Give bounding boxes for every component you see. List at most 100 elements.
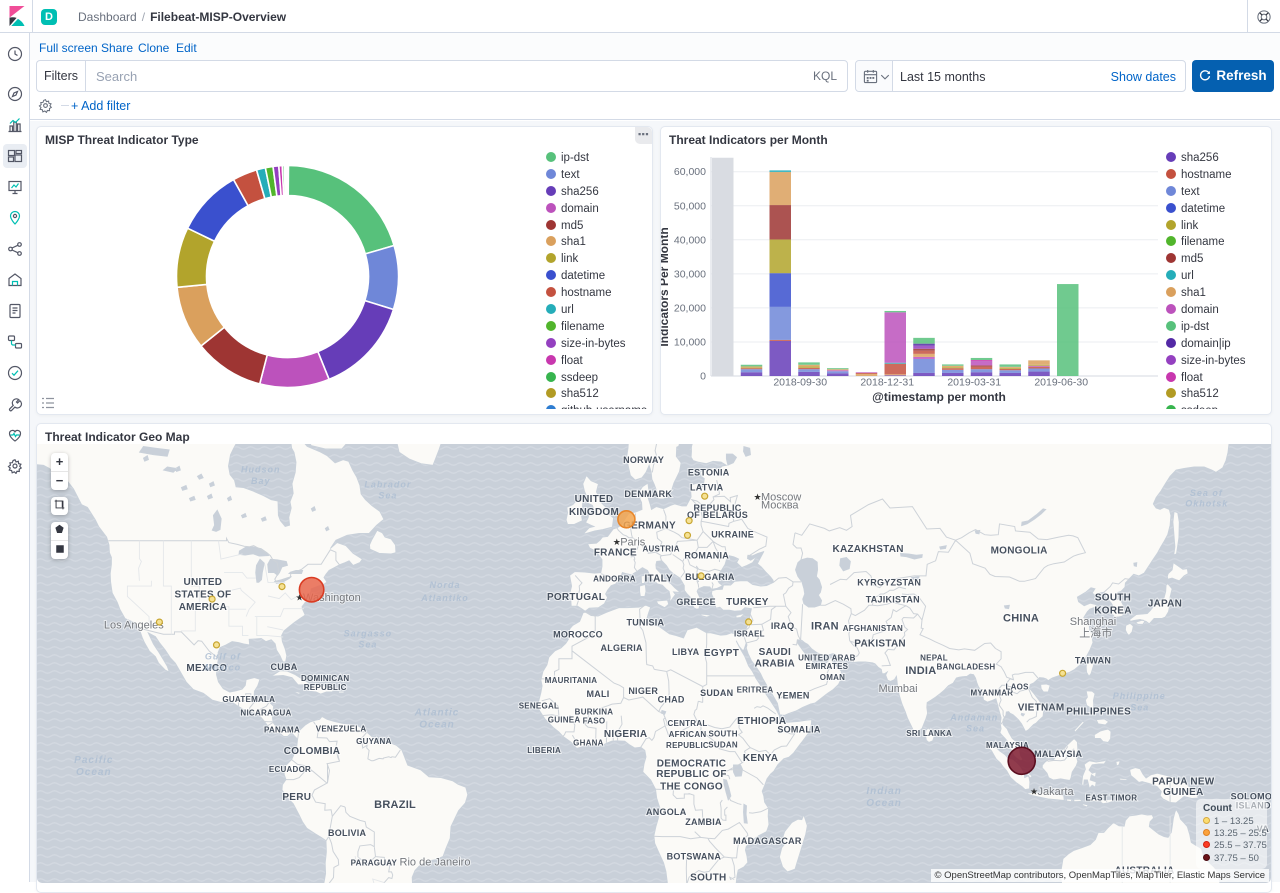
svg-text:TAJIKISTAN: TAJIKISTAN (866, 595, 920, 605)
svg-text:AFRICAN: AFRICAN (669, 730, 707, 739)
svg-text:MOROCCO: MOROCCO (553, 630, 603, 640)
svg-text:GUINEA: GUINEA (548, 716, 581, 725)
svg-text:PERU: PERU (282, 792, 311, 803)
svg-text:Mumbai: Mumbai (878, 683, 917, 695)
svg-text:OMAN: OMAN (820, 673, 845, 682)
svg-text:Sea: Sea (358, 640, 377, 650)
svg-text:BOLIVIA: BOLIVIA (328, 828, 367, 838)
svg-text:GREECE: GREECE (676, 597, 716, 607)
svg-text:KAZAKHSTAN: KAZAKHSTAN (832, 544, 903, 555)
svg-text:EGYPT: EGYPT (704, 648, 739, 659)
svg-text:LIBERIA: LIBERIA (527, 746, 561, 755)
svg-text:JAPAN: JAPAN (1148, 599, 1182, 610)
svg-text:Gulf of: Gulf of (205, 652, 241, 662)
svg-text:Sea: Sea (966, 724, 985, 734)
svg-text:Sargasso: Sargasso (344, 629, 393, 639)
svg-text:20,000: 20,000 (674, 302, 706, 314)
svg-text:YEMEN: YEMEN (776, 690, 809, 700)
svg-text:60,000: 60,000 (674, 166, 706, 178)
svg-text:Philippine: Philippine (1113, 691, 1166, 701)
svg-text:THE CONGO: THE CONGO (660, 782, 723, 793)
svg-text:Labrador: Labrador (364, 480, 411, 490)
svg-text:2018-09-30: 2018-09-30 (773, 377, 827, 389)
svg-text:Atlantiko: Atlantiko (420, 593, 469, 603)
svg-text:REPUBLIC: REPUBLIC (666, 741, 709, 750)
svg-text:2018-12-31: 2018-12-31 (860, 377, 914, 389)
svg-text:REPUBLIC OF: REPUBLIC OF (656, 769, 727, 780)
svg-text:Los Angeles: Los Angeles (104, 619, 164, 631)
svg-text:MAURITANIA: MAURITANIA (545, 676, 598, 685)
svg-text:Paris: Paris (620, 537, 646, 549)
svg-text:50,000: 50,000 (674, 200, 706, 212)
svg-text:Mexico: Mexico (205, 663, 242, 673)
svg-text:ZAMBIA: ZAMBIA (685, 817, 722, 827)
svg-text:NICARAGUA: NICARAGUA (240, 708, 291, 717)
svg-text:EMIRATES: EMIRATES (806, 662, 849, 671)
svg-text:NORWAY: NORWAY (623, 455, 664, 465)
svg-text:30,000: 30,000 (674, 268, 706, 280)
svg-text:AMERICA: AMERICA (179, 602, 227, 613)
svg-text:DEMOCRATIC: DEMOCRATIC (657, 759, 727, 770)
svg-text:Sea: Sea (378, 490, 397, 500)
svg-text:Atlantic: Atlantic (414, 707, 460, 718)
svg-text:UKRAINE: UKRAINE (711, 530, 754, 540)
svg-text:NIGERIA: NIGERIA (604, 729, 647, 740)
svg-text:VENEZUELA: VENEZUELA (316, 725, 367, 734)
svg-text:Ocean: Ocean (76, 767, 112, 778)
svg-text:Sea: Sea (1130, 702, 1149, 712)
svg-text:NIGER: NIGER (628, 686, 658, 696)
svg-text:IRAQ: IRAQ (771, 621, 795, 631)
svg-text:BULGARIA: BULGARIA (685, 572, 735, 582)
svg-text:Sea of: Sea of (1190, 488, 1223, 498)
svg-text:ROMANIA: ROMANIA (684, 551, 729, 561)
svg-text:BANGLADESH: BANGLADESH (937, 662, 996, 671)
svg-text:SRI LANKA: SRI LANKA (906, 729, 952, 738)
svg-text:SUDAN: SUDAN (700, 688, 733, 698)
svg-text:KENYA: KENYA (743, 753, 778, 764)
svg-text:ARABIA: ARABIA (755, 658, 795, 669)
svg-text:IRAN: IRAN (811, 620, 839, 632)
svg-text:PANAMA: PANAMA (264, 726, 300, 735)
svg-text:SOUTH: SOUTH (708, 730, 737, 739)
svg-text:ERITREA: ERITREA (737, 686, 774, 695)
svg-text:PAPUA NEW: PAPUA NEW (1152, 776, 1215, 787)
svg-text:REPUBLIC: REPUBLIC (304, 683, 347, 692)
svg-text:MADAGASCAR: MADAGASCAR (733, 836, 802, 846)
svg-text:ECUADOR: ECUADOR (269, 765, 311, 774)
svg-text:PAKISTAN: PAKISTAN (854, 639, 906, 650)
svg-text:GHANA: GHANA (573, 739, 604, 748)
svg-text:GUINEA: GUINEA (1163, 787, 1203, 798)
svg-text:10,000: 10,000 (674, 336, 706, 348)
svg-text:CHINA: CHINA (1003, 612, 1039, 624)
svg-text:@timestamp per month: @timestamp per month (872, 390, 1006, 404)
svg-text:Indicators Per Month: Indicators Per Month (661, 227, 671, 346)
svg-text:Rio de Janeiro: Rio de Janeiro (400, 857, 471, 869)
svg-text:SAUDI: SAUDI (759, 647, 791, 658)
svg-text:LAOS: LAOS (1005, 683, 1029, 692)
svg-text:Norda: Norda (429, 580, 460, 590)
svg-text:KYRGYZSTAN: KYRGYZSTAN (857, 578, 921, 588)
svg-text:UNITED: UNITED (575, 494, 614, 505)
svg-text:Jakarta: Jakarta (1038, 786, 1075, 798)
svg-text:BOTSWANA: BOTSWANA (667, 852, 722, 862)
svg-text:Москва: Москва (761, 500, 799, 512)
svg-text:ANDORRA: ANDORRA (593, 574, 636, 583)
svg-text:Hudson: Hudson (241, 464, 281, 474)
svg-text:40,000: 40,000 (674, 234, 706, 246)
svg-text:MALI: MALI (587, 689, 610, 699)
svg-text:BURKINA: BURKINA (575, 707, 614, 716)
svg-text:Okhotsk: Okhotsk (1185, 499, 1228, 509)
svg-text:Ocean: Ocean (866, 798, 902, 809)
svg-text:COLOMBIA: COLOMBIA (284, 746, 340, 757)
svg-text:STATES OF: STATES OF (174, 590, 231, 601)
svg-text:ESTONIA: ESTONIA (688, 468, 730, 478)
svg-text:NEPAL: NEPAL (920, 654, 948, 663)
svg-text:LIBYA: LIBYA (672, 647, 700, 657)
svg-text:ITALY: ITALY (644, 573, 673, 584)
svg-text:SOUTH: SOUTH (1095, 593, 1131, 604)
svg-text:UNITED: UNITED (184, 577, 223, 588)
svg-text:2019-03-31: 2019-03-31 (947, 377, 1001, 389)
svg-text:上海市: 上海市 (1079, 625, 1112, 639)
svg-text:TURKEY: TURKEY (726, 597, 769, 608)
svg-text:2019-06-30: 2019-06-30 (1034, 377, 1088, 389)
